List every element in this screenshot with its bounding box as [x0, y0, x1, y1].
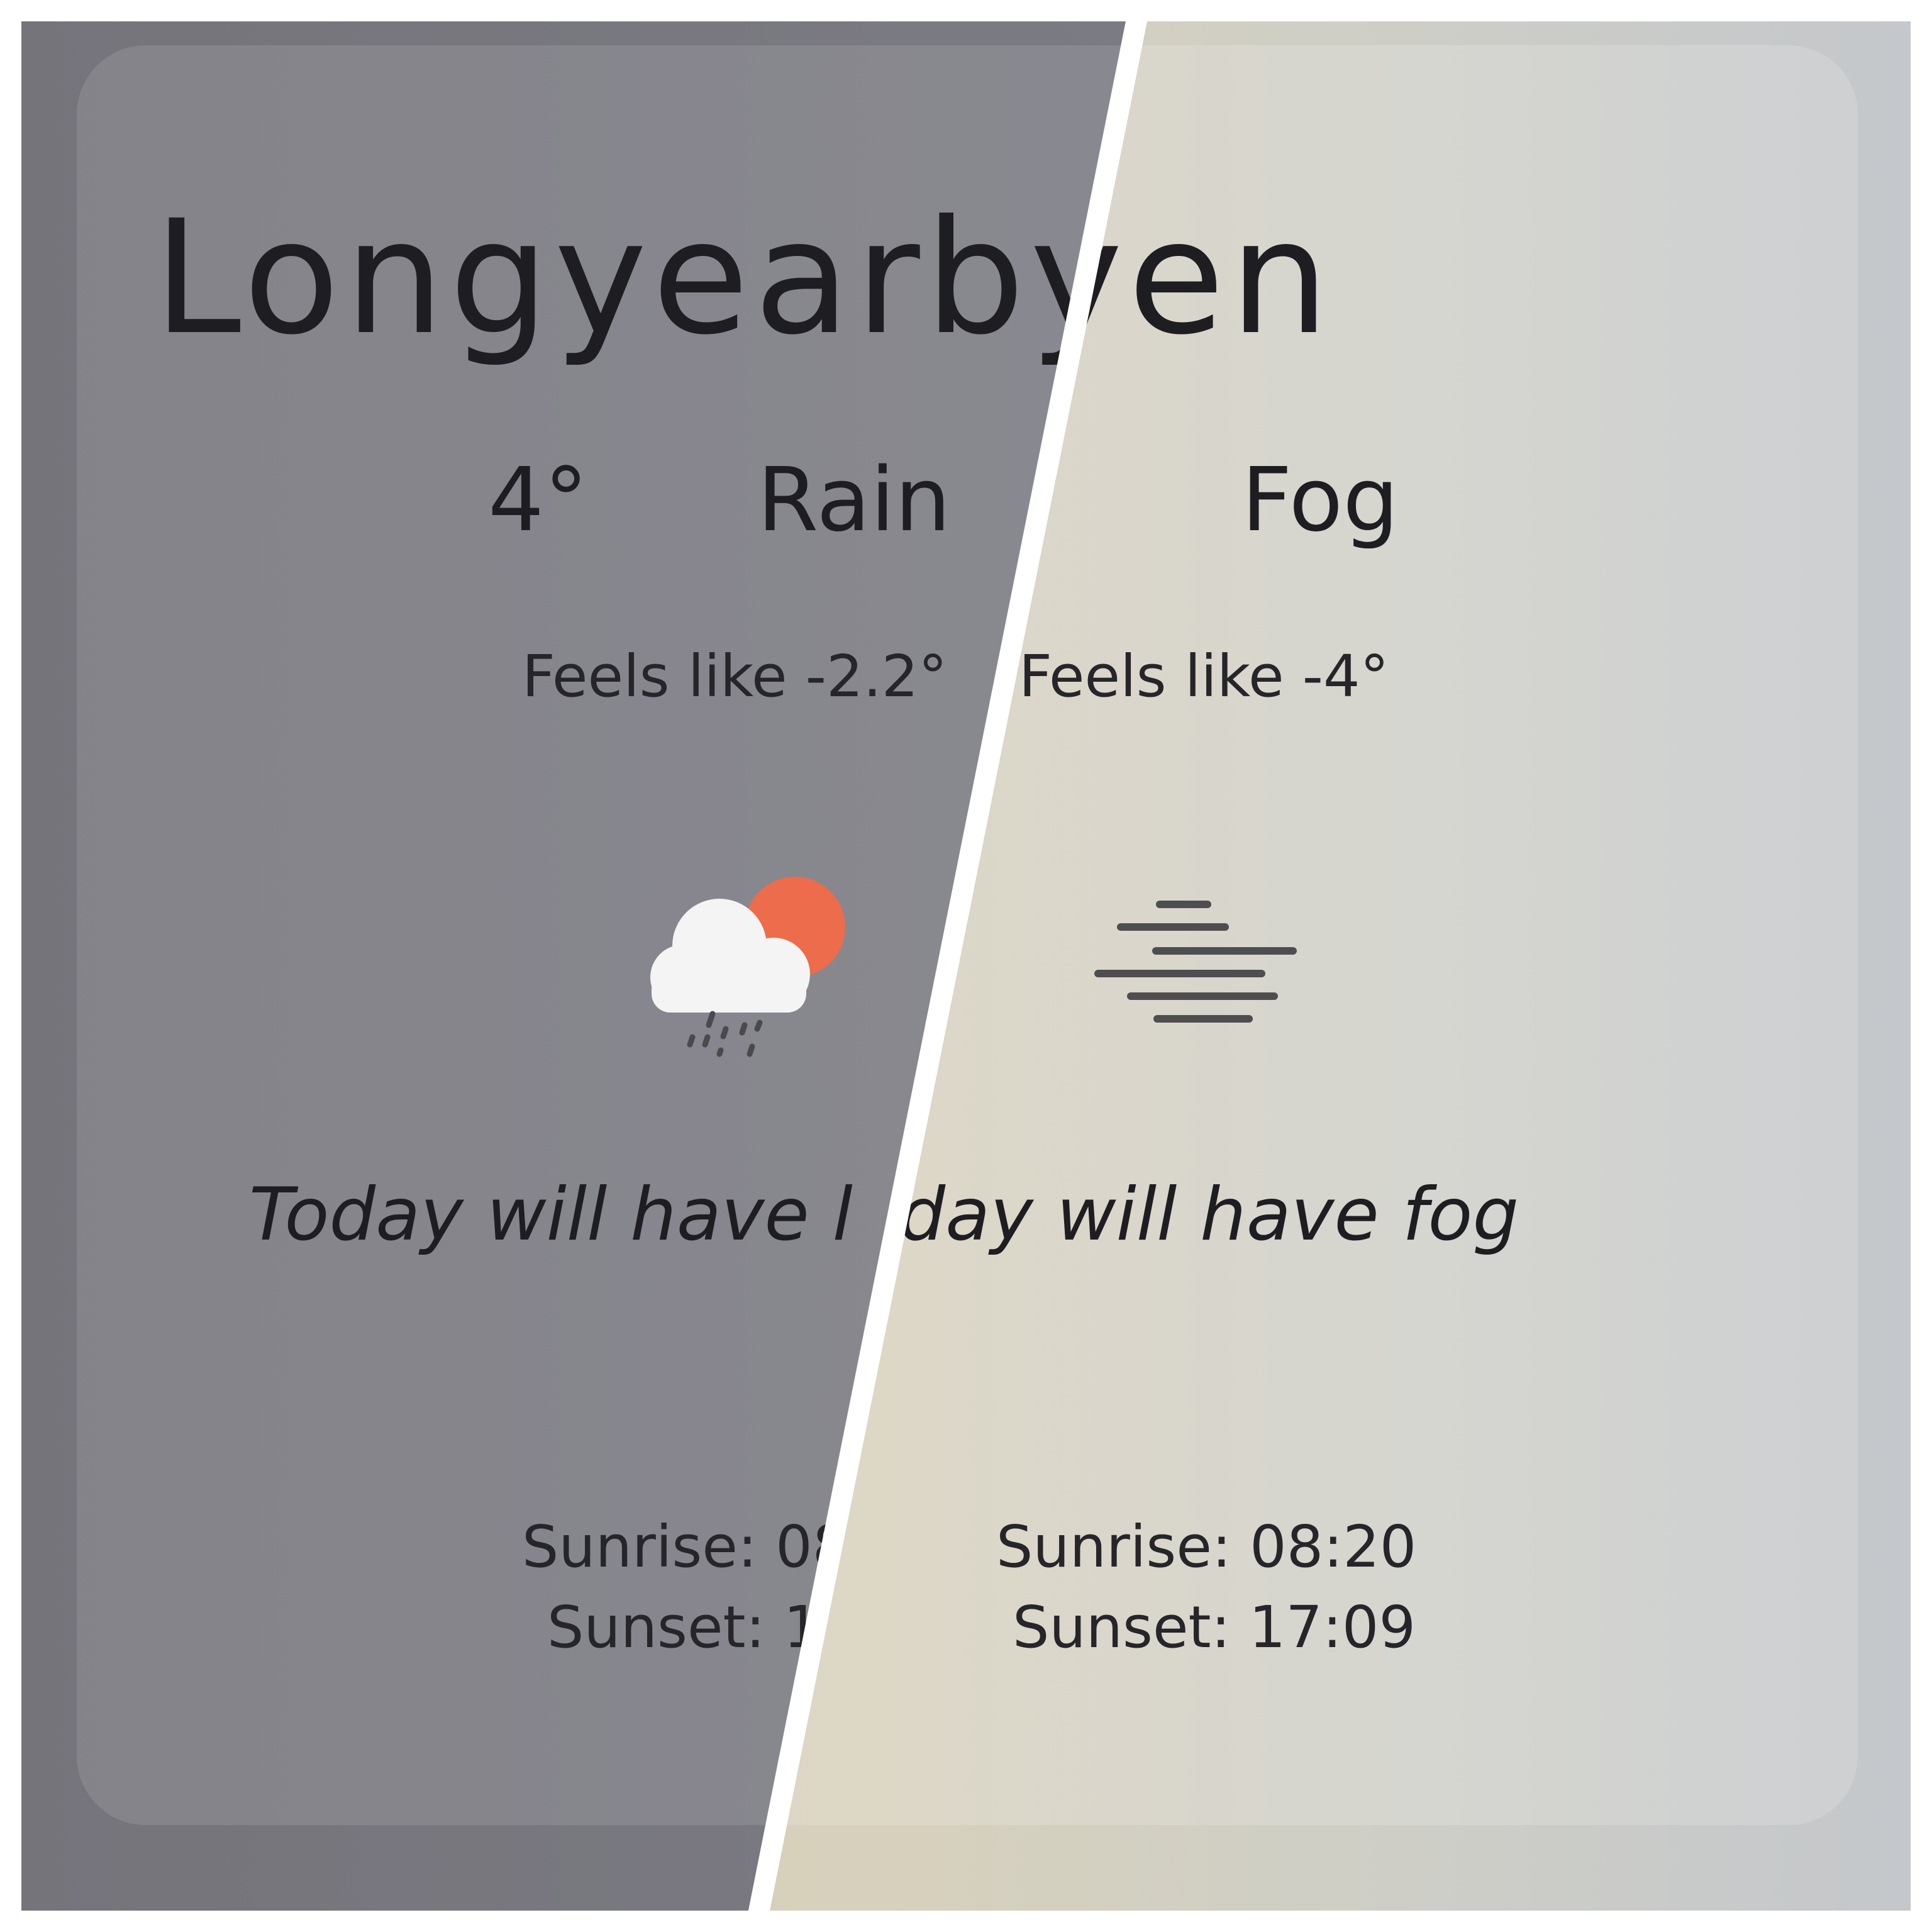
- temperature: 4°: [488, 449, 589, 552]
- sunset-time: Sunset: 17:09: [1013, 1594, 1416, 1661]
- sunset-time: Sunset: 17: [547, 1594, 857, 1661]
- day-description: Today will have l: [249, 1172, 853, 1257]
- condition-label: Fog: [1241, 449, 1399, 552]
- sunrise-time: Sunrise: 08: [522, 1513, 850, 1580]
- sunrise-time: Sunrise: 08:20: [996, 1513, 1417, 1580]
- day-description: Today will have fog: [819, 1172, 1519, 1257]
- comparison-frame: Longyearbyen 4° Rain Feels like -2.2° To…: [21, 21, 1911, 1911]
- condition-label: Rain: [757, 449, 951, 552]
- feels-like: Feels like -4°: [1019, 643, 1389, 710]
- feels-like: Feels like -2.2°: [522, 643, 948, 710]
- rain-cloud-sun-icon: [650, 877, 845, 1057]
- fog-icon: [1094, 901, 1297, 1023]
